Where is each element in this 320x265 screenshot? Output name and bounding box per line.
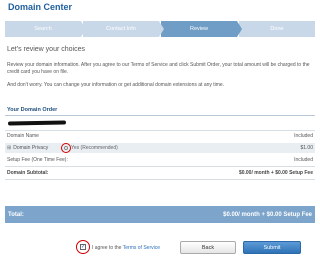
total-bar: Total: $0.00/ month + $0.00 Setup Fee: [5, 206, 315, 223]
row-label: Domain Privacy: [13, 145, 49, 151]
step-contact-info: Contact Info: [83, 21, 164, 37]
order-row-domain-name: Domain Name Included: [5, 131, 315, 141]
subtotal-label: Domain Subtotal:: [7, 170, 49, 176]
review-heading: Let's review your choices: [7, 46, 85, 53]
submit-button[interactable]: Submit: [243, 241, 301, 254]
back-button[interactable]: Back: [180, 241, 236, 254]
order-row-domain-privacy: ⊞ Domain Privacy $1.00: [5, 143, 315, 153]
step-done: Done: [239, 21, 315, 37]
divider: [5, 166, 315, 167]
subtotal-value: $0.00/ month + $0.00 Setup Fee: [238, 170, 313, 176]
privacy-option-label: Yes (Recommended): [71, 145, 118, 151]
order-subtotal: Domain Subtotal: $0.00/ month + $0.00 Se…: [5, 168, 315, 178]
progress-steps: Search Contact Info Review Done: [5, 21, 315, 37]
redacted-domain-name: [7, 120, 67, 126]
order-divider: [5, 115, 315, 116]
divider: [5, 179, 315, 180]
page-title: Domain Center: [8, 2, 73, 12]
order-row-setup-fee: Setup Fee (One Time Fee): Included: [5, 155, 315, 165]
order-heading: Your Domain Order: [7, 107, 58, 113]
review-reassurance: And don't worry. You can change your inf…: [7, 82, 225, 88]
review-instructions: Review your domain information. After yo…: [7, 62, 310, 75]
expand-icon[interactable]: ⊞: [7, 145, 11, 151]
row-value: Included: [294, 133, 313, 139]
agree-prefix: I agree to the: [92, 245, 122, 251]
privacy-radio[interactable]: [64, 146, 68, 150]
step-review: Review: [161, 21, 242, 37]
total-label: Total:: [8, 211, 24, 218]
step-search: Search: [5, 21, 86, 37]
row-label: Domain Name: [7, 133, 39, 139]
terms-of-service-link[interactable]: Terms of Service: [123, 245, 160, 251]
agree-text: I agree to the Terms of Service: [92, 245, 160, 251]
row-value: Included: [294, 157, 313, 163]
row-value: $1.00: [300, 145, 313, 151]
row-label: Setup Fee (One Time Fee):: [7, 157, 68, 163]
total-value: $0.00/ month + $0.00 Setup Fee: [223, 211, 312, 218]
agree-checkbox[interactable]: ✓: [80, 244, 86, 250]
